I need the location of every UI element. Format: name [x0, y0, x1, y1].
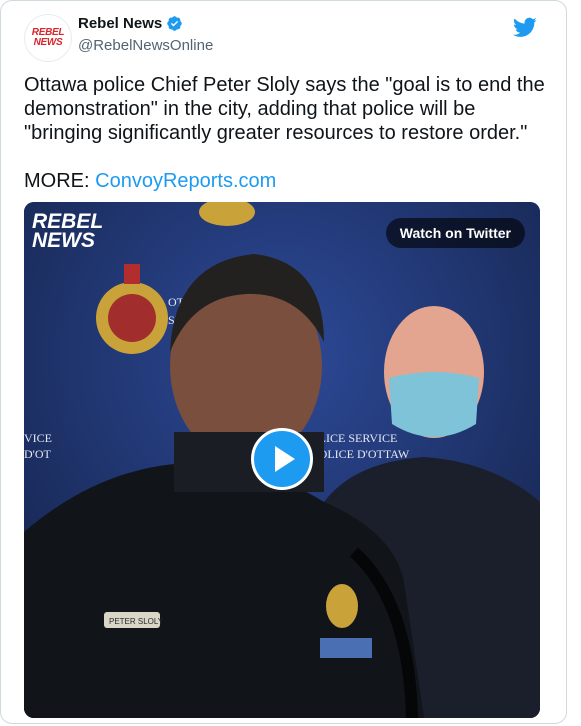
nameplate: PETER SLOLY	[109, 617, 164, 626]
watermark-line2: NEWS	[32, 229, 95, 252]
avatar-logo-line2: NEWS	[33, 37, 63, 48]
backdrop-text-2: D'OT	[24, 447, 51, 461]
verified-badge-icon	[167, 16, 182, 31]
rebel-news-watermark: REBEL NEWS	[32, 211, 103, 252]
tweet-text: Ottawa police Chief Peter Sloly says the…	[24, 73, 554, 145]
watch-on-twitter-button[interactable]: Watch on Twitter	[385, 218, 525, 248]
more-label: MORE:	[24, 170, 96, 192]
play-icon	[275, 446, 295, 472]
account-handle[interactable]: @RebelNewsOnline	[78, 37, 213, 54]
avatar[interactable]: REBEL NEWS	[24, 14, 72, 62]
convoy-reports-link[interactable]: ConvoyReports.com	[95, 170, 276, 192]
backdrop-text-4: POLICE D'OTTAW	[312, 447, 410, 461]
tweet-body: Ottawa police Chief Peter Sloly says the…	[24, 74, 545, 144]
more-line: MORE: ConvoyReports.com	[24, 169, 276, 193]
play-button[interactable]	[251, 428, 313, 490]
tweet-card: REBEL NEWS Rebel News @RebelNewsOnline O…	[0, 0, 567, 724]
account-name[interactable]: Rebel News	[78, 15, 162, 32]
video-player[interactable]: OT SI VICE D'OT OLICE SERVICE POLICE D'O…	[24, 202, 540, 718]
backdrop-text-1: VICE	[24, 431, 52, 445]
twitter-bird-icon[interactable]	[513, 15, 537, 39]
account-name-row: Rebel News	[78, 15, 183, 32]
